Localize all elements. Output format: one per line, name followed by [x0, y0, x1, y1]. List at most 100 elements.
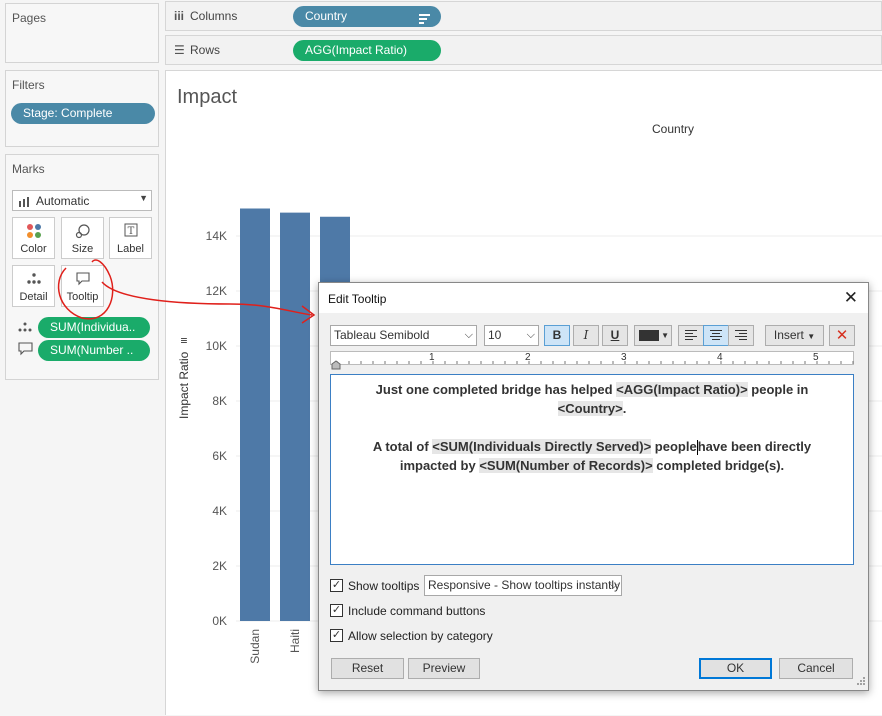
- columns-pill-text: Country: [305, 9, 348, 23]
- text-run: A total of: [372, 439, 433, 454]
- rows-pill-impact-ratio[interactable]: AGG(Impact Ratio): [293, 40, 441, 61]
- italic-button[interactable]: I: [573, 325, 599, 346]
- marks-pill-records[interactable]: SUM(Number ..: [38, 340, 150, 361]
- ruler-num-1: 1: [429, 352, 435, 363]
- size-label: Size: [71, 243, 94, 255]
- text-color-button[interactable]: ▼: [634, 325, 672, 346]
- dialog-titlebar: Edit Tooltip ✕: [319, 283, 868, 313]
- red-x-icon: ✕: [835, 327, 849, 344]
- close-icon[interactable]: ✕: [844, 288, 858, 308]
- color-dots-icon: [13, 223, 54, 239]
- y-tick-label: 8K: [212, 394, 227, 408]
- marks-pill-individuals[interactable]: SUM(Individua..: [38, 317, 150, 338]
- marks-card: Marks Automatic ▼ Color Size T Label Det…: [5, 154, 159, 380]
- text-run: people in: [747, 382, 809, 397]
- y-tick-label: 6K: [212, 449, 227, 463]
- chevron-down-icon: ⌵: [609, 579, 618, 591]
- detail-dots-icon: [13, 271, 54, 287]
- rows-label: Rows: [190, 43, 221, 57]
- align-center-button[interactable]: [703, 325, 729, 346]
- filter-pill-stage[interactable]: Stage: Complete: [11, 103, 155, 124]
- include-commands-checkbox[interactable]: ✓: [330, 604, 343, 617]
- columns-shelf[interactable]: iii Columns Country: [165, 1, 882, 31]
- sort-icon: [419, 11, 431, 27]
- text-run: have been directly: [697, 439, 812, 454]
- columns-pill-country[interactable]: Country: [293, 6, 441, 27]
- detail-dots-icon: [18, 321, 32, 335]
- indent-marker-icon[interactable]: [331, 359, 341, 373]
- bar: [240, 208, 270, 621]
- include-commands-label: Include command buttons: [348, 604, 486, 618]
- cancel-button[interactable]: Cancel: [779, 658, 853, 679]
- tooltip-button[interactable]: Tooltip: [61, 265, 104, 307]
- font-value: Tableau Semibold: [334, 328, 430, 342]
- text-run: .: [622, 401, 627, 416]
- text-run: impacted by: [399, 458, 480, 473]
- label-button[interactable]: T Label: [109, 217, 152, 259]
- ruler-num-5: 5: [813, 352, 819, 363]
- chevron-down-icon: ▼: [661, 331, 669, 340]
- tooltip-mode-value: Responsive - Show tooltips instantly: [428, 578, 621, 592]
- align-right-icon: [735, 330, 747, 340]
- font-select[interactable]: Tableau Semibold ⌵: [330, 325, 477, 346]
- text-label-icon: T: [110, 223, 151, 239]
- size-button[interactable]: Size: [61, 217, 104, 259]
- speech-bubble-icon: [18, 342, 34, 359]
- show-tooltips-label: Show tooltips: [348, 579, 420, 593]
- ruler[interactable]: 1 2 3 4 5: [330, 351, 854, 365]
- resize-grip-icon[interactable]: [856, 675, 866, 689]
- marks-title: Marks: [12, 162, 45, 176]
- editor-line-1: Just one completed bridge has helped <AG…: [331, 382, 853, 397]
- tooltip-label: Tooltip: [66, 291, 99, 303]
- color-label: Color: [20, 243, 47, 255]
- label-label: Label: [117, 243, 144, 255]
- columns-icon: iii: [174, 9, 185, 23]
- chevron-down-icon: ⌵: [526, 329, 535, 341]
- align-center-icon: [710, 330, 722, 340]
- chevron-down-icon: ▼: [139, 193, 148, 203]
- y-tick-label: 10K: [206, 339, 227, 353]
- detail-button[interactable]: Detail: [12, 265, 55, 307]
- filters-title: Filters: [12, 78, 45, 92]
- color-swatch-icon: [639, 330, 659, 341]
- mark-type-label: Automatic: [36, 194, 90, 208]
- allow-selection-checkbox[interactable]: ✓: [330, 629, 343, 642]
- color-button[interactable]: Color: [12, 217, 55, 259]
- field-records: <SUM(Number of Records)>: [479, 458, 653, 473]
- pages-card: Pages: [5, 3, 159, 63]
- align-left-icon: [685, 330, 697, 340]
- field-individuals: <SUM(Individuals Directly Served)>: [432, 439, 652, 454]
- show-tooltips-checkbox[interactable]: ✓: [330, 579, 343, 592]
- preview-button[interactable]: Preview: [408, 658, 480, 679]
- mark-type-dropdown[interactable]: Automatic ▼: [12, 190, 152, 211]
- size-icon: [62, 223, 103, 239]
- ok-button[interactable]: OK: [699, 658, 772, 679]
- x-tick-label: Haiti: [288, 629, 302, 653]
- columns-label: Columns: [190, 9, 238, 23]
- field-impact-ratio: <AGG(Impact Ratio)>: [616, 382, 748, 397]
- insert-button[interactable]: Insert ▼: [765, 325, 824, 346]
- tooltip-mode-select[interactable]: Responsive - Show tooltips instantly ⌵: [424, 575, 622, 596]
- y-tick-label: 12K: [206, 284, 227, 298]
- detail-label: Detail: [19, 291, 48, 303]
- underline-button[interactable]: U: [602, 325, 628, 346]
- chevron-down-icon: ▼: [807, 332, 816, 341]
- edit-tooltip-dialog: Edit Tooltip ✕ Tableau Semibold ⌵ 10 ⌵ B…: [318, 282, 869, 691]
- size-select[interactable]: 10 ⌵: [484, 325, 539, 346]
- svg-text:T: T: [127, 226, 134, 237]
- y-tick-label: 2K: [212, 559, 227, 573]
- rows-shelf[interactable]: ☰ Rows AGG(Impact Ratio): [165, 35, 882, 65]
- tooltip-text-editor[interactable]: Just one completed bridge has helped <AG…: [330, 374, 854, 565]
- reset-button[interactable]: Reset: [331, 658, 404, 679]
- ruler-num-2: 2: [525, 352, 531, 363]
- insert-label: Insert: [773, 328, 804, 342]
- align-left-button[interactable]: [678, 325, 704, 346]
- clear-button[interactable]: ✕: [829, 325, 855, 346]
- bar-chart-icon: [18, 196, 32, 210]
- align-right-button[interactable]: [728, 325, 754, 346]
- ruler-num-3: 3: [621, 352, 627, 363]
- field-country: <Country>: [557, 401, 623, 416]
- bold-button[interactable]: B: [544, 325, 570, 346]
- editor-line-3: A total of <SUM(Individuals Directly Ser…: [331, 439, 853, 456]
- y-tick-label: 14K: [206, 229, 227, 243]
